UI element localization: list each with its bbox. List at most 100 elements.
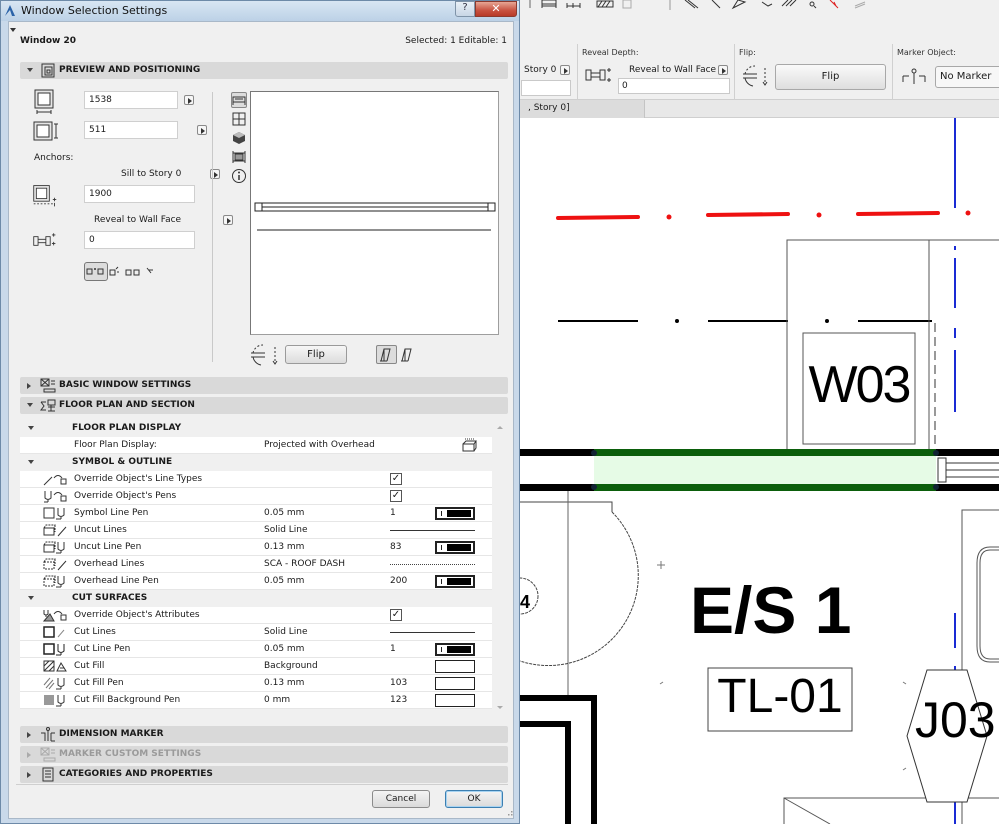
front-view-button[interactable] [231,111,247,127]
spline-icon [781,0,797,7]
table-scrollbar[interactable] [492,420,508,715]
row-value[interactable]: Solid Line [264,525,308,535]
hex-tag-text[interactable]: J03 [915,691,996,749]
table-row[interactable]: Cut Fill Background Pen 0 mm 123 [20,692,492,709]
panel-dimension-marker[interactable]: DIMENSION MARKER [20,726,508,743]
marker-section: Marker Object: No Marker [892,44,999,100]
table-row[interactable]: Uncut Line Pen 0.13 mm 83 [20,539,492,556]
pen-swatch[interactable] [435,575,475,588]
anchor-option-1[interactable] [84,262,108,281]
pen-swatch[interactable] [435,643,475,656]
override-line-types-checkbox[interactable]: ✓ [390,473,402,485]
pen-number[interactable]: 83 [390,542,401,552]
window-tag-text[interactable]: W03 [803,355,915,415]
pen-swatch[interactable] [435,694,475,707]
row-value[interactable]: Projected with Overhead [264,440,375,450]
row-value[interactable]: Background [264,661,318,671]
display-options-icon[interactable] [461,438,477,453]
scroll-up-icon[interactable] [497,426,503,429]
table-row[interactable]: Overhead Line Pen 0.05 mm 200 [20,573,492,590]
preview-canvas[interactable] [250,91,499,335]
pen-swatch[interactable] [435,541,475,554]
cancel-button[interactable]: Cancel [372,790,430,808]
sill-input[interactable] [521,80,571,96]
zone-name-text[interactable]: E/S 1 [690,572,851,648]
group-symbol-outline[interactable]: SYMBOL & OUTLINE [20,454,492,471]
ok-button[interactable]: OK [445,790,503,808]
reveal-depth-label: Reveal Depth: [582,48,639,57]
pen-number[interactable]: 103 [390,678,407,688]
preview-flip-button[interactable]: Flip [285,345,347,364]
3d-view-button[interactable] [231,130,247,146]
story-arrow-button[interactable] [560,65,570,75]
layer-icon [854,1,866,9]
reveal-mode-arrow-button[interactable] [718,65,728,75]
infobox-flip-button[interactable]: Flip [775,64,886,90]
info-icon [232,169,246,183]
table-row[interactable]: Symbol Line Pen 0.05 mm 1 [20,505,492,522]
table-row[interactable]: Cut Fill Pen 0.13 mm 103 [20,675,492,692]
row-value[interactable]: SCA - ROOF DASH [264,559,345,569]
table-row[interactable]: Override Object's Attributes ✓ [20,607,492,624]
zone-code-text[interactable]: TL-01 [708,669,852,724]
door-swing [520,491,639,695]
floor-plan-view-button[interactable] [231,92,247,108]
override-pens-checkbox[interactable]: ✓ [390,490,402,502]
panel-categories-properties[interactable]: CATEGORIES AND PROPERTIES [20,766,508,783]
pen-number[interactable]: 1 [390,508,396,518]
cut-lines-icon [43,626,65,638]
opening-side-2-icon[interactable] [398,346,418,363]
opening-side-1-button[interactable] [376,345,397,364]
row-label: Override Object's Attributes [74,610,200,620]
group-title: SYMBOL & OUTLINE [72,457,173,467]
table-row[interactable]: Overhead Lines SCA - ROOF DASH [20,556,492,573]
side-view-button[interactable] [231,149,247,165]
override-attributes-checkbox[interactable]: ✓ [390,609,402,621]
pen-number[interactable]: 123 [390,695,407,705]
marker-custom-icon [40,747,56,762]
dialog-titlebar[interactable]: Window Selection Settings ? ✕ [1,1,519,21]
pen-number[interactable]: 1 [390,644,396,654]
close-button[interactable]: ✕ [475,1,517,17]
reveal-input[interactable]: 0 [84,231,195,249]
table-row[interactable]: Floor Plan Display: Projected with Overh… [20,437,492,454]
group-floor-plan-display[interactable]: FLOOR PLAN DISPLAY [20,420,492,437]
reveal-arrow-button[interactable] [222,215,233,225]
row-value[interactable]: Solid Line [264,627,308,637]
table-row[interactable]: Uncut Lines Solid Line [20,522,492,539]
group-cut-surfaces[interactable]: CUT SURFACES [20,590,492,607]
table-row[interactable]: Cut Lines Solid Line [20,624,492,641]
selected-window [591,449,999,491]
help-button[interactable]: ? [455,1,475,17]
favorites-arrow-icon[interactable] [10,28,16,32]
height-input[interactable]: 511 [84,121,178,139]
panel-preview-positioning[interactable]: PREVIEW AND POSITIONING [20,62,508,79]
collapse-arrow-icon [28,426,34,430]
table-row[interactable]: Cut Fill Background [20,658,492,675]
info-button[interactable] [231,168,247,184]
room-outline [786,239,999,451]
table-row[interactable]: Override Object's Line Types ✓ [20,471,492,488]
panel-basic-window-settings[interactable]: BASIC WINDOW SETTINGS [20,377,508,394]
table-row[interactable]: Cut Line Pen 0.05 mm 1 [20,641,492,658]
width-input[interactable]: 1538 [84,91,178,109]
sill-input[interactable]: 1900 [84,185,195,203]
pen-number[interactable]: 200 [390,576,407,586]
resize-grip-icon[interactable] [506,810,514,818]
axis-dot [965,210,971,216]
scroll-down-icon[interactable] [497,706,503,709]
pen-swatch[interactable] [435,507,475,520]
panel-floor-plan-section[interactable]: FLOOR PLAN AND SECTION [20,397,508,414]
expand-arrow-icon [27,732,31,738]
row-label: Override Object's Pens [74,491,177,501]
width-arrow-button[interactable] [184,95,194,105]
table-row[interactable]: Override Object's Pens ✓ [20,488,492,505]
reveal-depth-input[interactable]: 0 [618,78,730,94]
floor-plan-canvas[interactable]: 4 W03 E/S 1 TL-01 J03 [520,118,999,824]
fill-swatch[interactable] [435,660,475,673]
height-arrow-button[interactable] [196,125,207,135]
marker-object-dropdown[interactable]: No Marker [935,66,999,88]
view-tab[interactable]: , Story 0] [520,100,645,118]
pen-swatch[interactable] [435,677,475,690]
anchor-options-icons[interactable] [109,265,169,279]
